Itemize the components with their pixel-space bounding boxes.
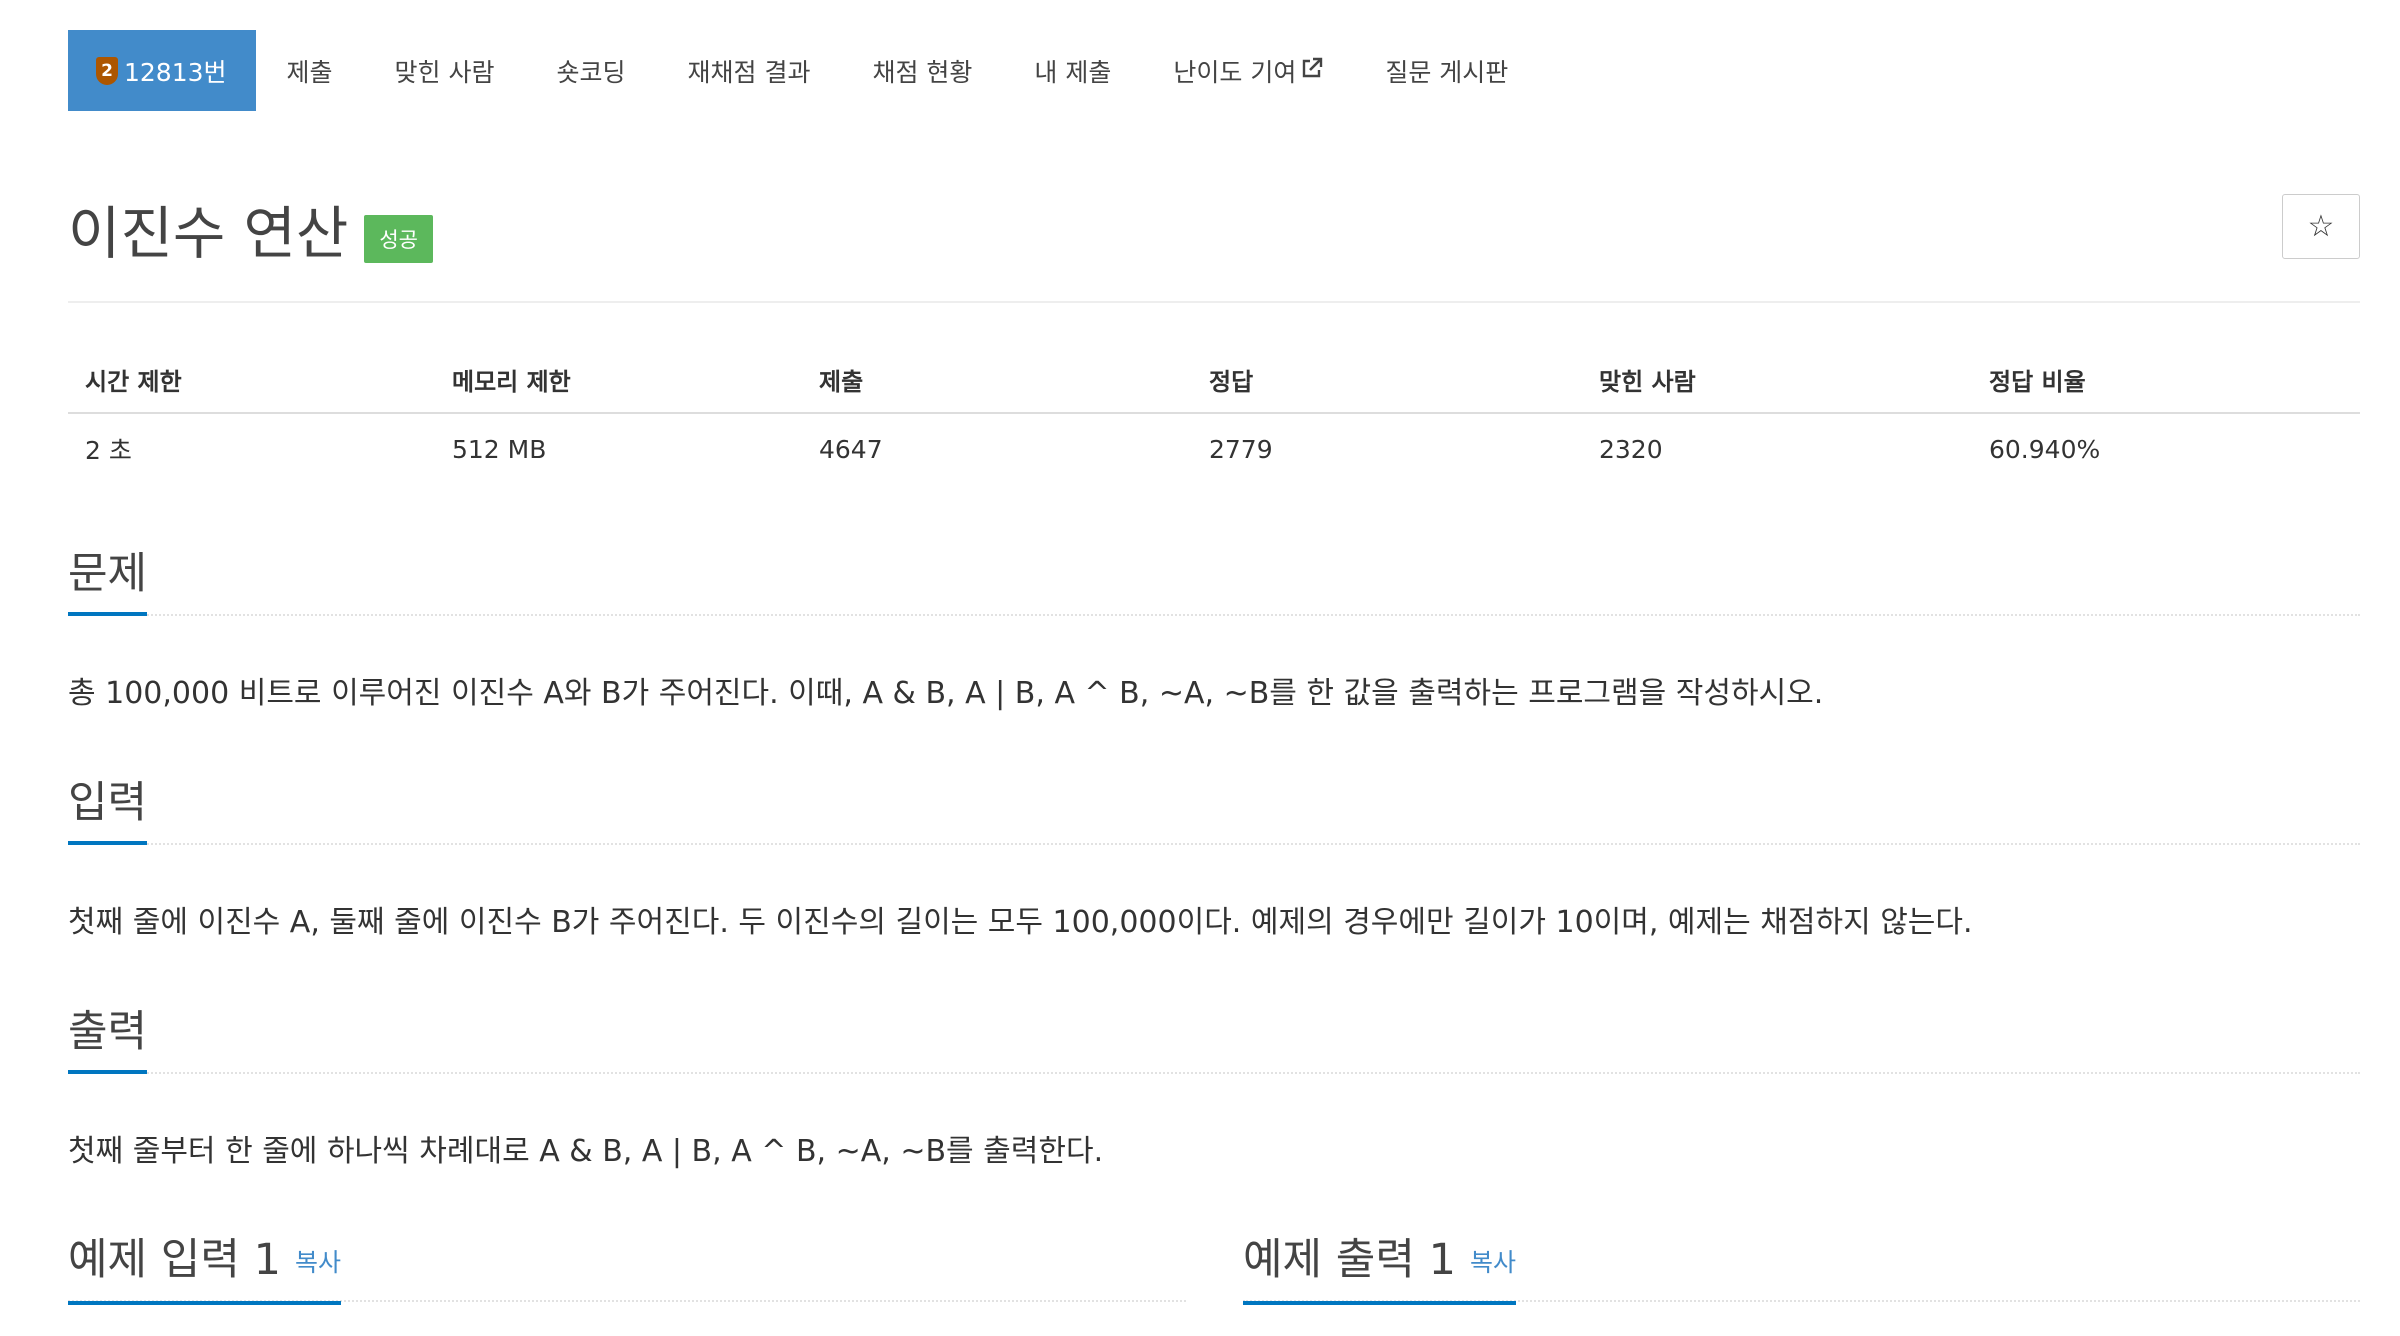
section-output-head: 출력 (68, 1002, 2360, 1074)
header-solved-users: 맞힌 사람 (1582, 346, 1972, 414)
section-sample-input: 예제 입력 1 복사 (68, 1230, 1186, 1305)
tab-judge-status-label: 채점 현황 (872, 57, 973, 87)
problem-title: 이진수 연산 (68, 201, 349, 267)
header-submissions: 제출 (802, 346, 1192, 414)
value-solved-users: 2320 (1599, 434, 1663, 464)
section-input-head: 입력 (68, 773, 2360, 845)
section-sample-output-head: 예제 출력 1 복사 (1243, 1230, 2360, 1305)
tier-badge-icon: 2 (96, 56, 118, 85)
section-sample-input-title: 예제 입력 1 복사 (68, 1230, 341, 1305)
sample-output-title-text: 예제 출력 1 (1243, 1235, 1456, 1285)
section-divider (68, 843, 2360, 845)
tab-short-coding[interactable]: 숏코딩 (526, 30, 657, 111)
table-row: 2 초 512 MB 4647 2779 2320 60.940% (68, 413, 2360, 484)
section-sample-output: 예제 출력 1 복사 (1243, 1230, 2360, 1305)
tab-question-board[interactable]: 질문 게시판 (1354, 30, 1539, 111)
tab-judge-status[interactable]: 채점 현황 (841, 30, 1003, 111)
sample-input-title-text: 예제 입력 1 (68, 1235, 281, 1285)
section-divider (68, 1072, 2360, 1074)
problem-header: 이진수 연산 성공 (68, 188, 433, 270)
external-link-icon (1301, 56, 1323, 85)
status-badge: 성공 (364, 215, 433, 263)
table-header-row: 시간 제한 메모리 제한 제출 정답 맞힌 사람 정답 비율 (68, 346, 2360, 414)
tab-short-coding-label: 숏코딩 (556, 57, 626, 87)
tab-solved-users-label: 맞힌 사람 (394, 57, 495, 87)
tab-question-board-label: 질문 게시판 (1385, 57, 1509, 87)
section-output-text: 첫째 줄부터 한 줄에 하나씩 차례대로 A & B, A | B, A ^ B… (68, 1134, 1104, 1169)
value-accept-ratio: 60.940% (1989, 434, 2101, 464)
problem-page: 2 12813번 제출 맞힌 사람 숏코딩 재채점 결과 채점 현황 내 제출 … (0, 0, 2400, 1336)
header-memory-limit: 메모리 제한 (435, 346, 802, 414)
tab-rejudge-results-label: 재채점 결과 (687, 57, 811, 87)
value-accepted: 2779 (1209, 434, 1273, 464)
header-divider (68, 301, 2360, 303)
tab-problem-number[interactable]: 2 12813번 (68, 30, 256, 111)
problem-nav: 2 12813번 제출 맞힌 사람 숏코딩 재채점 결과 채점 현황 내 제출 … (68, 30, 1539, 111)
tab-problem-number-label: 12813번 (124, 57, 227, 87)
header-accept-ratio: 정답 비율 (1972, 346, 2360, 414)
section-input: 입력 첫째 줄에 이진수 A, 둘째 줄에 이진수 B가 주어진다. 두 이진수… (68, 773, 2360, 943)
tab-difficulty-contribution[interactable]: 난이도 기여 (1142, 30, 1354, 111)
tab-my-submissions-label: 내 제출 (1034, 57, 1112, 87)
tab-rejudge-results[interactable]: 재채점 결과 (657, 30, 842, 111)
section-sample-input-head: 예제 입력 1 복사 (68, 1230, 1186, 1305)
tab-submit-label: 제출 (286, 57, 333, 87)
section-sample-output-title: 예제 출력 1 복사 (1243, 1230, 1516, 1305)
tab-solved-users[interactable]: 맞힌 사람 (364, 30, 526, 111)
section-output-title: 출력 (68, 1002, 148, 1074)
star-icon: ☆ (2307, 209, 2335, 244)
tab-difficulty-contribution-label: 난이도 기여 (1173, 57, 1297, 87)
tab-my-submissions[interactable]: 내 제출 (1003, 30, 1142, 111)
value-memory-limit: 512 MB (452, 434, 547, 464)
section-description-head: 문제 (68, 544, 2360, 616)
star-button[interactable]: ☆ (2282, 194, 2360, 259)
section-output: 출력 첫째 줄부터 한 줄에 하나씩 차례대로 A & B, A | B, A … (68, 1002, 2360, 1172)
copy-sample-output-button[interactable]: 복사 (1470, 1248, 1516, 1277)
value-time-limit: 2 초 (85, 436, 132, 465)
problem-info-table: 시간 제한 메모리 제한 제출 정답 맞힌 사람 정답 비율 2 초 512 M… (68, 346, 2360, 484)
section-description: 문제 총 100,000 비트로 이루어진 이진수 A와 B가 주어진다. 이때… (68, 544, 2360, 714)
copy-sample-input-button[interactable]: 복사 (295, 1248, 341, 1277)
tab-submit[interactable]: 제출 (256, 30, 364, 111)
header-time-limit: 시간 제한 (68, 346, 435, 414)
section-description-title: 문제 (68, 544, 148, 616)
section-input-text: 첫째 줄에 이진수 A, 둘째 줄에 이진수 B가 주어진다. 두 이진수의 길… (68, 905, 1973, 940)
section-input-title: 입력 (68, 773, 148, 845)
section-description-text: 총 100,000 비트로 이루어진 이진수 A와 B가 주어진다. 이때, A… (68, 676, 1824, 711)
header-accepted: 정답 (1192, 346, 1582, 414)
value-submissions: 4647 (819, 434, 883, 464)
section-divider (68, 614, 2360, 616)
